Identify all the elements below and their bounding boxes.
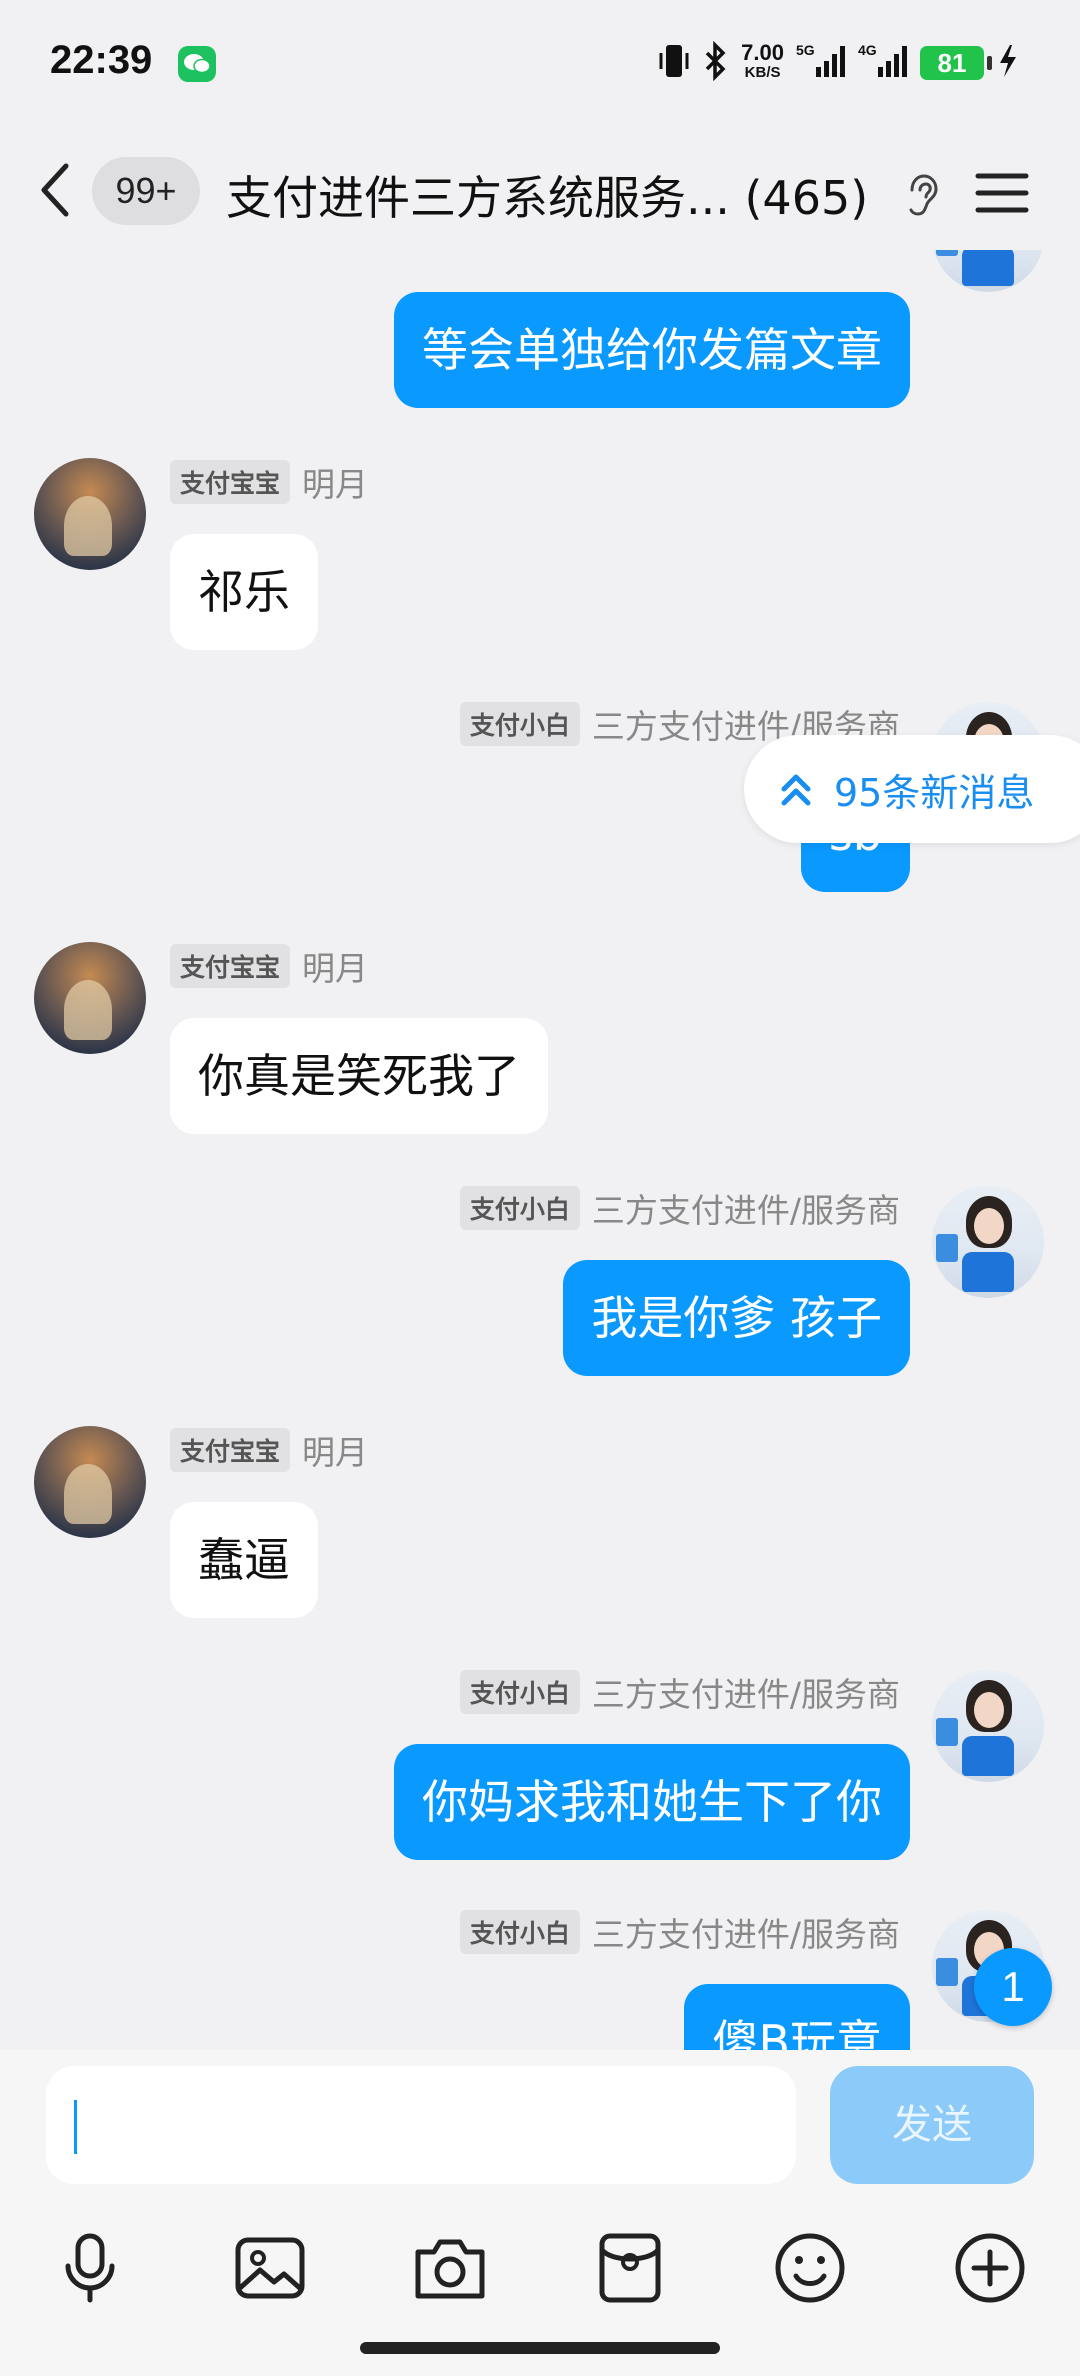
double-chevron-up-icon — [781, 774, 811, 806]
new-messages-label: 95条新消息 — [834, 770, 1035, 815]
sender-tag: 支付小白 — [459, 1670, 580, 1714]
avatar[interactable] — [34, 942, 146, 1054]
status-bar: 22:39 7.00 KB/S 5G 4G 81 — [0, 0, 1080, 130]
sender-name: 明月 — [302, 1433, 369, 1472]
avatar[interactable] — [932, 250, 1044, 292]
message-bubble-incoming[interactable]: 你真是笑死我了 — [170, 1018, 548, 1134]
camera-icon[interactable] — [410, 2228, 490, 2308]
home-indicator[interactable] — [360, 2342, 720, 2354]
sender-tag: 支付小白 — [459, 1910, 580, 1954]
svg-text:5G: 5G — [796, 42, 815, 58]
message-bubble-incoming[interactable]: 祁乐 — [170, 534, 318, 650]
avatar[interactable] — [34, 1426, 146, 1538]
sender-name: 三方支付进件/服务商 — [591, 1675, 900, 1714]
sender-info: 支付宝宝 明月 — [170, 1428, 368, 1472]
chat-header: 99+ 支付进件三方系统服务... (465) — [0, 140, 1080, 250]
sender-info: 支付小白 三方支付进件/服务商 — [459, 1186, 900, 1230]
back-button[interactable] — [36, 160, 76, 220]
message-bubble-outgoing[interactable]: 我是你爹 孩子 — [563, 1260, 910, 1376]
message-bubble-outgoing[interactable]: 傻B玩意 — [684, 1984, 910, 2050]
unread-mention-badge[interactable]: 1 — [974, 1948, 1052, 2026]
signal-5g-icon: 5G — [796, 41, 846, 85]
image-icon[interactable] — [230, 2228, 310, 2308]
sender-name: 明月 — [302, 949, 369, 988]
charging-icon — [996, 41, 1020, 85]
wechat-notification-icon — [178, 46, 216, 82]
network-speed: 7.00 KB/S — [741, 40, 784, 82]
message-list[interactable]: 等会单独给你发篇文章 支付宝宝 明月 祁乐 支付小白 三方支付进件/服务商 sb… — [0, 250, 1080, 2050]
signal-4g-icon: 4G — [858, 41, 908, 85]
new-messages-button[interactable]: 95条新消息 — [744, 735, 1080, 843]
message-bubble-outgoing[interactable]: 等会单独给你发篇文章 — [394, 292, 910, 408]
sender-tag: 支付宝宝 — [170, 944, 291, 988]
chevron-left-icon — [41, 163, 69, 217]
sender-info: 支付宝宝 明月 — [170, 460, 368, 504]
send-button[interactable]: 发送 — [830, 2066, 1034, 2184]
bluetooth-icon — [703, 40, 729, 85]
status-icons: 7.00 KB/S 5G 4G 81 — [657, 40, 1020, 86]
plus-icon[interactable] — [950, 2228, 1030, 2308]
ear-icon[interactable] — [904, 170, 940, 224]
emoji-icon[interactable] — [770, 2228, 850, 2308]
sender-name: 三方支付进件/服务商 — [591, 1191, 900, 1230]
unread-count-badge[interactable]: 99+ — [92, 157, 200, 225]
message-bubble-outgoing[interactable]: 你妈求我和她生下了你 — [394, 1744, 910, 1860]
menu-icon[interactable] — [972, 168, 1032, 222]
sender-name: 明月 — [302, 465, 369, 504]
status-time: 22:39 — [50, 38, 153, 82]
sender-name: 三方支付进件/服务商 — [591, 1915, 900, 1954]
sender-tag: 支付宝宝 — [170, 1428, 291, 1472]
sender-tag: 支付宝宝 — [170, 460, 291, 504]
red-packet-icon[interactable] — [590, 2228, 670, 2308]
vibrate-icon — [657, 41, 691, 85]
message-bubble-incoming[interactable]: 蠢逼 — [170, 1502, 318, 1618]
battery-level: 81 — [920, 46, 992, 80]
sender-tag: 支付小白 — [459, 702, 580, 746]
sender-info: 支付小白 三方支付进件/服务商 — [459, 1910, 900, 1954]
message-input[interactable] — [46, 2066, 796, 2184]
svg-text:4G: 4G — [858, 42, 877, 58]
sender-tag: 支付小白 — [459, 1186, 580, 1230]
input-area: 发送 — [0, 2050, 1080, 2376]
sender-info: 支付小白 三方支付进件/服务商 — [459, 1670, 900, 1714]
sender-info: 支付宝宝 明月 — [170, 944, 368, 988]
text-caret — [74, 2100, 77, 2154]
avatar[interactable] — [34, 458, 146, 570]
microphone-icon[interactable] — [50, 2228, 130, 2308]
chat-title[interactable]: 支付进件三方系统服务... (465) — [226, 162, 868, 228]
avatar[interactable] — [932, 1186, 1044, 1298]
avatar[interactable] — [932, 1670, 1044, 1782]
input-toolbar — [0, 2210, 1080, 2320]
